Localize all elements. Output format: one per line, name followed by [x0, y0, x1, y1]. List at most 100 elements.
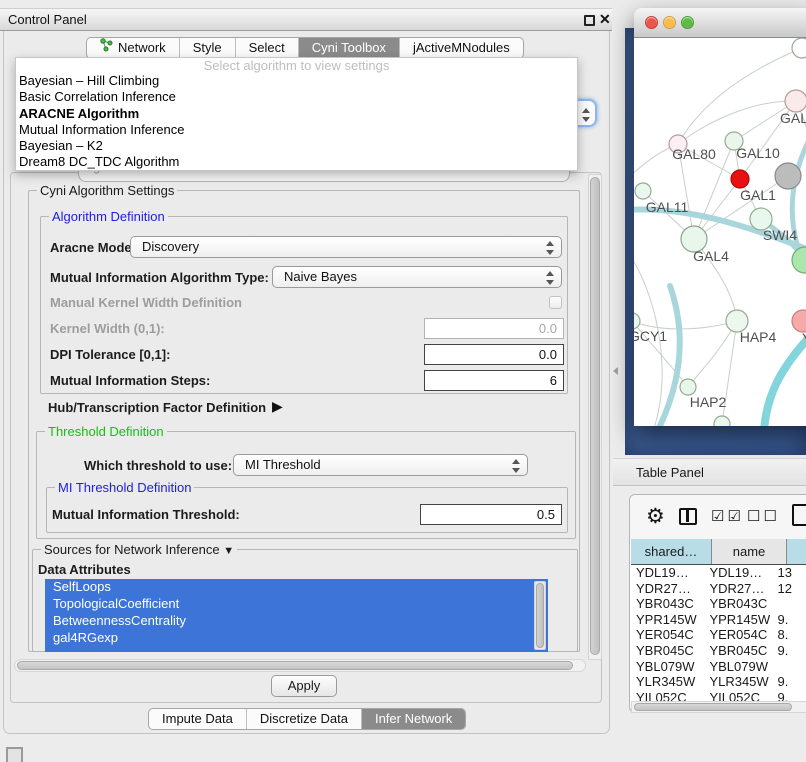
network-node[interactable] — [792, 38, 806, 58]
network-node[interactable] — [792, 247, 806, 273]
network-window-titlebar[interactable] — [634, 8, 806, 38]
tab-discretize-data[interactable]: Discretize Data — [246, 709, 361, 729]
aracne-mode-select[interactable]: Discovery — [130, 236, 562, 258]
list-item-gal4rgexp[interactable]: gal4RGexp — [45, 630, 548, 647]
table-row[interactable]: YDR27…YDR27…12 — [631, 581, 806, 597]
node-label: GCY1 — [634, 328, 667, 344]
minimize-button[interactable] — [663, 16, 676, 29]
network-node[interactable] — [714, 416, 730, 426]
dpi-tolerance-field[interactable]: 0.0 — [424, 344, 564, 365]
selected-value: Discovery — [142, 239, 199, 254]
table-row[interactable]: YIL052CYIL052C9. — [631, 690, 806, 701]
table-cell: YDR27… — [704, 581, 772, 597]
collapse-down-icon[interactable]: ▼ — [223, 545, 234, 557]
table-row[interactable]: YDL19…YDL19…13 — [631, 565, 806, 581]
column-header-3[interactable] — [787, 539, 806, 564]
column-header-shared[interactable]: shared… — [631, 539, 712, 564]
network-edge[interactable] — [678, 48, 802, 144]
table-row[interactable]: YPR145WYPR145W9. — [631, 612, 806, 628]
scrollbar-thumb[interactable] — [17, 661, 573, 670]
table-cell: YPR145W — [704, 612, 772, 628]
table-cell: YDL19… — [704, 565, 772, 581]
network-node[interactable] — [775, 163, 801, 189]
apply-button[interactable]: Apply — [271, 675, 337, 697]
focused-select-fragment[interactable] — [575, 99, 597, 127]
mi-steps-field[interactable]: 6 — [424, 370, 564, 391]
table-cell: YLR345W — [631, 674, 704, 690]
tab-infer-network[interactable]: Infer Network — [361, 709, 465, 729]
scrollbar-thumb[interactable] — [536, 583, 544, 648]
table-row[interactable]: YBR045CYBR045C9. — [631, 643, 806, 659]
dropdown-option-bayesian-k2[interactable]: Bayesian – K2 — [16, 138, 577, 154]
tab-network[interactable]: Network — [87, 38, 179, 58]
dropdown-option-basic-correlation-inference[interactable]: Basic Correlation Inference — [16, 89, 577, 105]
tab-select[interactable]: Select — [235, 38, 298, 58]
document-icon[interactable] — [792, 504, 806, 526]
scrollbar-thumb[interactable] — [590, 177, 600, 655]
scrollbar-thumb[interactable] — [634, 703, 792, 711]
table-cell: YIL052C — [631, 690, 704, 701]
network-node-y[interactable] — [792, 310, 806, 332]
gear-icon[interactable]: ⚙ — [646, 504, 665, 529]
network-node-gal11[interactable] — [635, 183, 651, 199]
dropdown-option-aracne-algorithm[interactable]: ARACNE Algorithm — [16, 106, 577, 122]
unchecked-pair-icon[interactable]: ☐☐ — [747, 507, 780, 525]
network-node-gal[interactable] — [785, 90, 806, 112]
zoom-button[interactable] — [681, 16, 694, 29]
settings-horizontal-scrollbar[interactable] — [14, 659, 586, 672]
data-attributes-list[interactable]: SelfLoopsTopologicalCoefficientBetweenne… — [45, 579, 548, 652]
tab-label: Cyni Toolbox — [312, 38, 386, 58]
tab-jactivemnodules[interactable]: jActiveMNodules — [399, 38, 523, 58]
which-threshold-select[interactable]: MI Threshold — [233, 454, 528, 476]
checked-pair-icon[interactable]: ☑☑ — [711, 507, 744, 525]
bottom-tabs: Impute DataDiscretize DataInfer Network — [148, 708, 466, 730]
table-cell: 9. — [772, 674, 806, 690]
group-title: MI Threshold Definition — [55, 480, 194, 495]
dropdown-option-bayesian-hill-climbing[interactable]: Bayesian – Hill Climbing — [16, 73, 577, 89]
mi-threshold-label: Mutual Information Threshold: — [52, 507, 240, 522]
list-item-topologicalcoefficient[interactable]: TopologicalCoefficient — [45, 596, 548, 613]
network-node-gcy1[interactable] — [634, 313, 640, 329]
table-horizontal-scrollbar[interactable] — [631, 701, 806, 713]
panel-divider-handle[interactable] — [613, 367, 618, 375]
tab-label: jActiveMNodules — [413, 38, 510, 58]
network-graph: GALGAL80GAL10GAL1GAL11SWI4GAL4GCY1HAP4YH… — [634, 38, 806, 426]
table-row[interactable]: YBL079WYBL079W — [631, 659, 806, 675]
mi-threshold-field[interactable]: 0.5 — [420, 504, 562, 525]
settings-vertical-scrollbar[interactable] — [588, 174, 602, 660]
node-label: GAL11 — [646, 199, 689, 215]
docked-panel-icon[interactable] — [6, 747, 23, 762]
close-button[interactable] — [645, 16, 658, 29]
table-row[interactable]: YER054CYER054C8. — [631, 627, 806, 643]
network-canvas[interactable]: GALGAL80GAL10GAL1GAL11SWI4GAL4GCY1HAP4YH… — [634, 38, 806, 426]
table-row[interactable]: YLR345WYLR345W9. — [631, 674, 806, 690]
table-cell: YBL079W — [631, 659, 704, 675]
column-header-name[interactable]: name — [712, 539, 787, 564]
kernel-width-field[interactable]: 0.0 — [424, 318, 564, 339]
network-node-hap2[interactable] — [680, 379, 696, 395]
dropdown-option-mutual-information-inference[interactable]: Mutual Information Inference — [16, 122, 577, 138]
manual-kernel-width-checkbox[interactable] — [549, 296, 562, 309]
tab-impute-data[interactable]: Impute Data — [149, 709, 246, 729]
table-cell: 9. — [772, 643, 806, 659]
group-title: Cyni Algorithm Settings — [37, 183, 177, 198]
mi-algorithm-type-select[interactable]: Naive Bayes — [272, 266, 562, 288]
close-icon[interactable]: ✕ — [599, 11, 611, 28]
node-label: GAL80 — [672, 146, 716, 162]
network-node-gal1[interactable] — [731, 170, 749, 188]
network-window[interactable]: GALGAL80GAL10GAL1GAL11SWI4GAL4GCY1HAP4YH… — [634, 8, 806, 426]
expand-right-icon[interactable]: ▶ — [272, 398, 283, 415]
mi-algorithm-type-label: Mutual Information Algorithm Type: — [50, 270, 269, 285]
tab-cyni-toolbox[interactable]: Cyni Toolbox — [298, 38, 399, 58]
tab-style[interactable]: Style — [179, 38, 235, 58]
attributes-list-scrollbar[interactable] — [534, 581, 546, 650]
float-window-icon[interactable] — [584, 15, 595, 26]
list-item-selfloops[interactable]: SelfLoops — [45, 579, 548, 596]
tab-label: Select — [249, 38, 285, 58]
dropdown-option-dream8-dc-tdc-algorithm[interactable]: Dream8 DC_TDC Algorithm — [16, 154, 577, 170]
network-edge[interactable] — [688, 321, 737, 387]
table-row[interactable]: YBR043CYBR043C — [631, 596, 806, 612]
table-cell: YBR045C — [704, 643, 772, 659]
split-columns-icon[interactable] — [679, 508, 697, 525]
list-item-betweennesscentrality[interactable]: BetweennessCentrality — [45, 613, 548, 630]
